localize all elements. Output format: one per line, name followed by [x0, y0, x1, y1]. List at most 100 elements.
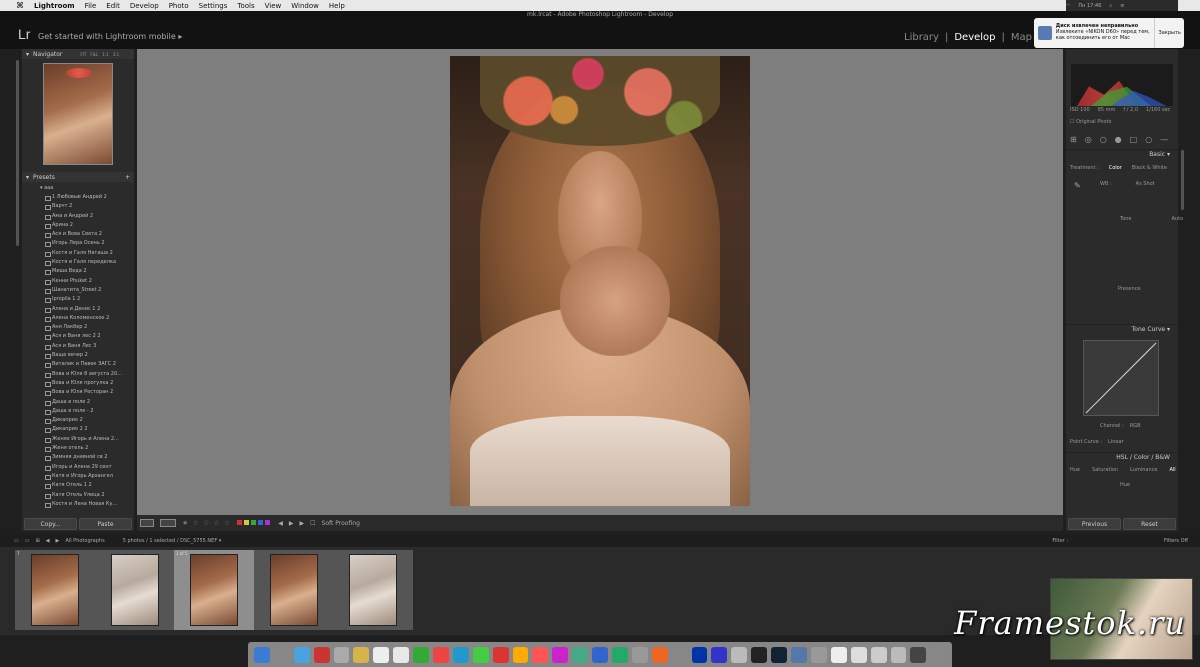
- next-arrow-icon[interactable]: ▶: [289, 520, 294, 527]
- menu-window[interactable]: Window: [291, 2, 319, 10]
- preset-item[interactable]: Костя и Лена Новая Ку...: [22, 500, 134, 509]
- grid-tool-icon[interactable]: ⊞: [1070, 135, 1077, 144]
- back-arrow-icon[interactable]: ◀: [46, 538, 50, 544]
- preset-item[interactable]: Виталик и Павек ЗАГС 2: [22, 360, 134, 369]
- slideshow-play-icon[interactable]: ▶: [300, 520, 305, 527]
- zoom-fill[interactable]: FILL: [90, 52, 98, 57]
- dock-app-icon[interactable]: [691, 646, 708, 663]
- point-curve-select[interactable]: Linear: [1108, 439, 1124, 445]
- preset-item[interactable]: Дикаприо 2 2: [22, 425, 134, 434]
- dock-app-icon[interactable]: [572, 646, 589, 663]
- dock-app-icon[interactable]: [592, 646, 609, 663]
- dock-app-icon[interactable]: [353, 646, 370, 663]
- screen2-icon[interactable]: ▭: [25, 538, 30, 544]
- dock-app-icon[interactable]: [512, 646, 529, 663]
- hsl-header[interactable]: HSL / Color / B&W: [1066, 452, 1178, 462]
- dock-app-icon[interactable]: [393, 646, 410, 663]
- dock-app-icon[interactable]: [293, 646, 310, 663]
- presets-header[interactable]: ▾ Presets +: [22, 172, 134, 182]
- menu-photo[interactable]: Photo: [169, 2, 189, 10]
- menu-file[interactable]: File: [85, 2, 97, 10]
- previous-button[interactable]: Previous: [1068, 518, 1121, 530]
- apple-icon[interactable]: ⌘: [16, 1, 24, 10]
- menu-list-icon[interactable]: ≡: [1120, 3, 1124, 9]
- dock-app-icon[interactable]: [870, 646, 887, 663]
- dock-app-icon[interactable]: [711, 646, 728, 663]
- tone-auto-button[interactable]: Auto: [1172, 216, 1184, 222]
- dock-app-icon[interactable]: [254, 646, 270, 663]
- hsl-tab-saturation[interactable]: Saturation: [1092, 467, 1118, 473]
- dock-app-icon[interactable]: [671, 646, 688, 663]
- lightroom-mobile-link[interactable]: Get started with Lightroom mobile ▸: [38, 32, 182, 41]
- wb-eyedropper-icon[interactable]: ✎: [1074, 181, 1081, 190]
- red-eye-icon[interactable]: ●: [1115, 135, 1122, 144]
- wifi-icon[interactable]: ◠: [1066, 3, 1070, 9]
- dock-app-icon[interactable]: [612, 646, 628, 663]
- module-map[interactable]: Map: [1011, 32, 1032, 43]
- dock-app-icon[interactable]: [472, 646, 489, 663]
- clock[interactable]: Пн 17:46: [1078, 3, 1101, 9]
- treatment-color[interactable]: Color: [1109, 165, 1122, 171]
- paste-button[interactable]: Paste: [79, 518, 132, 530]
- grid-icon[interactable]: ⊞: [35, 538, 39, 544]
- preset-item[interactable]: Аня Лакбер 2: [22, 323, 134, 332]
- filmstrip-thumbnail[interactable]: [349, 554, 397, 626]
- preset-item[interactable]: Костя и Галя Наташа 2: [22, 249, 134, 258]
- preset-item[interactable]: Катя Отель 1 2: [22, 481, 134, 490]
- dock-app-icon[interactable]: [433, 646, 449, 663]
- preset-item[interactable]: Ася и Ваня лес 2 2: [22, 332, 134, 341]
- main-photo[interactable]: [450, 56, 750, 506]
- dock-app-icon[interactable]: [910, 646, 927, 663]
- brush-icon[interactable]: —: [1160, 135, 1168, 144]
- preset-item[interactable]: Катя Отель Улица 2: [22, 491, 134, 500]
- prev-arrow-icon[interactable]: ◀: [278, 520, 283, 527]
- preset-item[interactable]: Кенни Phuket 2: [22, 277, 134, 286]
- collapse-triangle-icon[interactable]: ▾: [26, 174, 29, 181]
- module-develop[interactable]: Develop: [954, 32, 995, 43]
- hsl-tab-all[interactable]: All: [1169, 467, 1175, 473]
- menu-view[interactable]: View: [265, 2, 282, 10]
- dock-app-icon[interactable]: [791, 646, 807, 663]
- dock-app-icon[interactable]: [651, 646, 668, 663]
- dock-app-icon[interactable]: [452, 646, 469, 663]
- preset-item[interactable]: Ася и Ваня Лес 3: [22, 342, 134, 351]
- preset-item[interactable]: Зимняя дневной св 2: [22, 453, 134, 462]
- dock-app-icon[interactable]: [413, 646, 430, 663]
- original-photo-checkbox[interactable]: ☐ Original Photo: [1070, 119, 1174, 125]
- search-icon[interactable]: ⌕: [1109, 3, 1112, 9]
- module-library[interactable]: Library: [904, 32, 939, 43]
- color-labels[interactable]: [237, 519, 272, 527]
- filmstrip-cell[interactable]: 7: [15, 550, 95, 630]
- source-label[interactable]: All Photographs: [65, 538, 104, 544]
- navigator-preview[interactable]: [43, 63, 113, 165]
- spot-removal-icon[interactable]: ○: [1100, 135, 1107, 144]
- color-label-swatch[interactable]: [258, 519, 264, 525]
- add-preset-icon[interactable]: +: [125, 174, 134, 181]
- preset-item[interactable]: Ася и Вова Света 2: [22, 230, 134, 239]
- filmstrip-cell[interactable]: [254, 550, 334, 630]
- dock-app-icon[interactable]: [532, 646, 549, 663]
- preset-item[interactable]: Катя и Игорь Архангел: [22, 472, 134, 481]
- color-label-swatch[interactable]: [265, 519, 271, 525]
- zoom-3-1[interactable]: 3:1: [113, 52, 119, 57]
- menu-settings[interactable]: Settings: [199, 2, 228, 10]
- filmstrip-thumbnail[interactable]: [111, 554, 159, 626]
- dock-app-icon[interactable]: [771, 646, 788, 663]
- wb-select[interactable]: As Shot: [1136, 181, 1155, 187]
- preset-item[interactable]: Вова и Юля прогулка 2: [22, 379, 134, 388]
- filmstrip-cell[interactable]: [333, 550, 413, 630]
- tone-curve-graph[interactable]: [1083, 340, 1159, 416]
- filmstrip-cell[interactable]: 1 of 5: [174, 550, 254, 630]
- dock-app-icon[interactable]: [552, 646, 569, 663]
- dock-app-icon[interactable]: [313, 646, 330, 663]
- notification-close-button[interactable]: Закрыть: [1154, 18, 1184, 48]
- dock-app-icon[interactable]: [890, 646, 907, 663]
- preset-item[interactable]: Игорь и Алена 29 сент: [22, 463, 134, 472]
- preset-item[interactable]: Женя отель 2: [22, 444, 134, 453]
- color-label-swatch[interactable]: [237, 519, 243, 525]
- preset-item[interactable]: Алена и Денис 1 2: [22, 305, 134, 314]
- graduated-filter-icon[interactable]: □: [1130, 135, 1138, 144]
- preset-item[interactable]: 1 Любовые Андрей 2: [22, 193, 134, 202]
- forward-arrow-icon[interactable]: ▶: [56, 538, 60, 544]
- rating-stars[interactable]: ★ ☆ ☆ ☆ ☆: [182, 519, 231, 527]
